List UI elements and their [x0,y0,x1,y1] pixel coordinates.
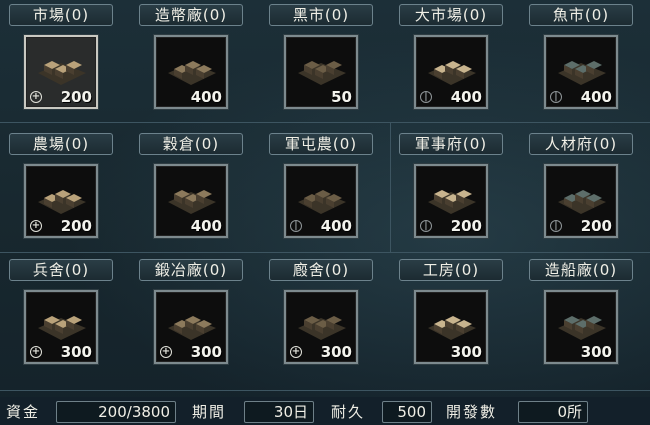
building-cost: 400 [320,217,352,235]
building-cell[interactable]: 兵舍(0) +300 [1,259,121,379]
building-cost: 300 [190,343,222,361]
building-label: 人材府(0) [529,133,633,155]
building-cell[interactable]: 造船廠(0) 300 [521,259,641,379]
fish-market-icon [558,61,606,85]
building-cost: 50 [331,88,352,106]
building-cost: 300 [320,343,352,361]
development-screen: 市場(0) +200 造幣廠(0) 400 黑市(0) 50 大市場(0) | 400 魚市(0)… [0,0,650,425]
period-value: 30日 [244,401,314,423]
building-cost: 200 [60,88,92,106]
durability-label: 耐久 [331,403,366,421]
bar-circle-icon: | [290,220,302,232]
building-label: 兵舍(0) [9,259,113,281]
building-label: 黑市(0) [269,4,373,26]
shipyard-icon [558,316,606,340]
building-icon-button[interactable]: +200 [24,35,98,109]
building-cell[interactable]: 鍛冶廠(0) +300 [131,259,251,379]
building-cell[interactable]: 軍屯農(0) | 400 [261,133,381,253]
building-label: 造船廠(0) [529,259,633,281]
plus-circle-icon: + [290,346,302,358]
market-icon [38,61,86,85]
building-label: 軍事府(0) [399,133,503,155]
building-label: 造幣廠(0) [139,4,243,26]
period-label: 期間 [192,403,227,421]
bar-circle-icon: | [420,91,432,103]
building-cost: 400 [450,88,482,106]
talent-office-icon [558,190,606,214]
funds-value: 200/3800 [56,401,176,423]
building-icon-button[interactable]: 300 [544,290,618,364]
building-label: 穀倉(0) [139,133,243,155]
workshop-icon [428,316,476,340]
building-cell[interactable]: 農場(0) +200 [1,133,121,253]
building-cost: 400 [580,88,612,106]
building-icon-button[interactable]: 400 [154,35,228,109]
dev-count-value: 0所 [518,401,588,423]
building-cost: 300 [450,343,482,361]
building-cost: 200 [60,217,92,235]
building-icon-button[interactable]: | 400 [544,35,618,109]
building-label: 市場(0) [9,4,113,26]
plus-circle-icon: + [30,91,42,103]
building-icon-button[interactable]: | 200 [414,164,488,238]
building-icon-button[interactable]: +300 [284,290,358,364]
building-label: 大市場(0) [399,4,503,26]
stable-icon [298,316,346,340]
building-icon-button[interactable]: +300 [154,290,228,364]
building-icon-button[interactable]: +300 [24,290,98,364]
building-cell[interactable]: 穀倉(0) 400 [131,133,251,253]
smithy-icon [168,316,216,340]
black-market-icon [298,61,346,85]
plus-circle-icon: + [30,346,42,358]
dev-count-label: 開發數 [446,403,498,421]
building-icon-button[interactable]: +200 [24,164,98,238]
building-label: 廏舍(0) [269,259,373,281]
farm-icon [38,190,86,214]
building-label: 魚市(0) [529,4,633,26]
building-icon-button[interactable]: 50 [284,35,358,109]
military-farm-icon [298,190,346,214]
granary-icon [168,190,216,214]
building-label: 軍屯農(0) [269,133,373,155]
building-icon-button[interactable]: | 200 [544,164,618,238]
building-cell[interactable]: 市場(0) +200 [1,4,121,124]
plus-circle-icon: + [160,346,172,358]
building-label: 鍛冶廠(0) [139,259,243,281]
building-cost: 300 [60,343,92,361]
panel-divider [0,390,650,391]
building-cell[interactable]: 魚市(0) | 400 [521,4,641,124]
building-icon-button[interactable]: 300 [414,290,488,364]
building-cell[interactable]: 造幣廠(0) 400 [131,4,251,124]
building-cost: 300 [580,343,612,361]
building-cell[interactable]: 軍事府(0) | 200 [391,133,511,253]
funds-label: 資金 [6,403,41,421]
building-cell[interactable]: 黑市(0) 50 [261,4,381,124]
barracks-icon [38,316,86,340]
bar-circle-icon: | [550,91,562,103]
building-cell[interactable]: 人材府(0) | 200 [521,133,641,253]
grand-market-icon [428,61,476,85]
building-cost: 200 [450,217,482,235]
building-cost: 200 [580,217,612,235]
building-cell[interactable]: 工房(0) 300 [391,259,511,379]
mint-icon [168,61,216,85]
bar-circle-icon: | [550,220,562,232]
building-cell[interactable]: 大市場(0) | 400 [391,4,511,124]
building-label: 農場(0) [9,133,113,155]
building-cost: 400 [190,88,222,106]
building-cost: 400 [190,217,222,235]
building-icon-button[interactable]: | 400 [414,35,488,109]
building-cell[interactable]: 廏舍(0) +300 [261,259,381,379]
bar-circle-icon: | [420,220,432,232]
durability-value: 500 [382,401,432,423]
building-label: 工房(0) [399,259,503,281]
military-office-icon [428,190,476,214]
building-icon-button[interactable]: 400 [154,164,228,238]
plus-circle-icon: + [30,220,42,232]
building-icon-button[interactable]: | 400 [284,164,358,238]
